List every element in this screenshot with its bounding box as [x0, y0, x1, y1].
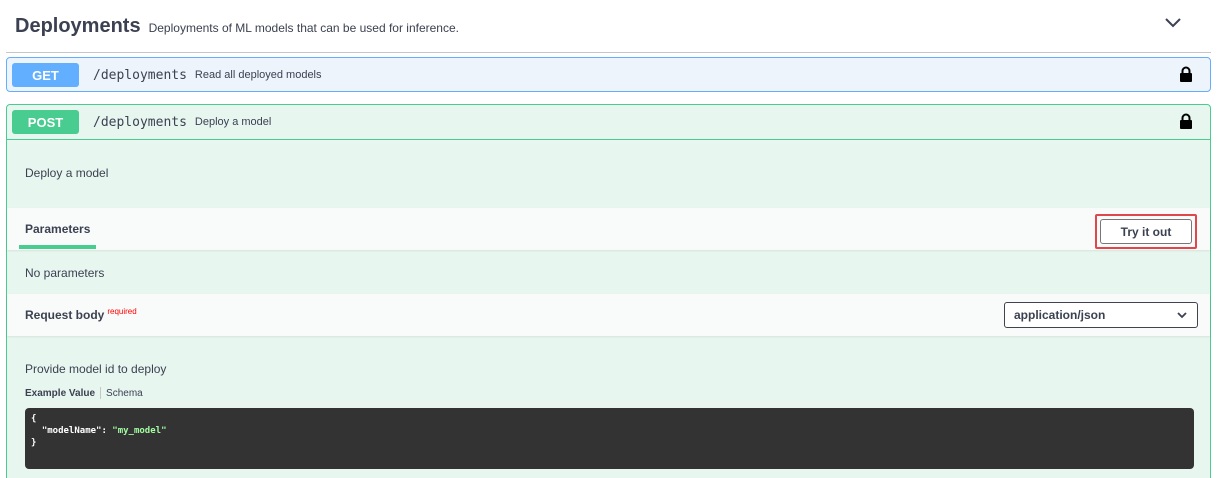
- example-code-block[interactable]: { "modelName": "my_model" }: [25, 408, 1194, 469]
- code-line: "modelName": "my_model": [31, 425, 1188, 437]
- method-badge-get: GET: [12, 63, 79, 87]
- opblock-get-deployments[interactable]: GET /deployments Read all deployed model…: [6, 57, 1211, 92]
- code-string-value: "my_model": [112, 426, 167, 436]
- operation-summary: Deploy a model: [194, 116, 272, 128]
- opblock-post-deployments[interactable]: POST /deployments Deploy a model Deploy …: [6, 104, 1211, 478]
- code-line: }: [31, 437, 1188, 449]
- tab-divider: [100, 387, 102, 399]
- try-it-out-highlight: Try it out: [1095, 214, 1197, 249]
- code-brace: {: [31, 414, 37, 424]
- opblock-summary[interactable]: POST /deployments Deploy a model: [7, 105, 1210, 139]
- operation-summary: Read all deployed models: [194, 69, 322, 81]
- content-type-select[interactable]: application/json: [1004, 302, 1198, 328]
- lock-icon[interactable]: [1179, 113, 1193, 130]
- code-line: {: [31, 413, 1188, 425]
- method-badge-post: POST: [12, 110, 79, 134]
- active-tab-indicator: [19, 245, 96, 249]
- content-type-value: application/json: [1014, 308, 1106, 322]
- opblock-summary[interactable]: GET /deployments Read all deployed model…: [7, 58, 1210, 92]
- tag-description: Deployments of ML models that can be use…: [148, 20, 459, 35]
- opblock-body: Deploy a model Parameters Try it out No …: [7, 139, 1210, 469]
- tag-title: Deployments: [15, 14, 141, 37]
- operation-path: /deployments: [93, 114, 187, 130]
- chevron-down-icon: [1177, 312, 1187, 319]
- request-body-description: Provide model id to deploy: [25, 362, 167, 376]
- chevron-down-icon[interactable]: [1163, 15, 1183, 31]
- tab-example-value[interactable]: Example Value: [25, 388, 95, 399]
- tag-header-deployments[interactable]: Deployments Deployments of ML models tha…: [6, 0, 1211, 53]
- try-it-out-button[interactable]: Try it out: [1100, 219, 1192, 244]
- request-body-title: Request body required: [25, 307, 137, 322]
- operation-description: Deploy a model: [25, 166, 109, 180]
- code-key: "modelName": [41, 426, 102, 436]
- code-brace: }: [31, 438, 37, 448]
- code-colon: :: [101, 426, 113, 436]
- lock-icon[interactable]: [1179, 66, 1193, 83]
- parameters-tab[interactable]: Parameters: [25, 222, 90, 236]
- example-schema-tabs: Example Value Schema: [25, 387, 143, 399]
- tab-schema[interactable]: Schema: [106, 388, 143, 399]
- request-body-label: Request body: [25, 308, 105, 322]
- no-parameters-text: No parameters: [25, 266, 105, 280]
- operation-path: /deployments: [93, 67, 187, 83]
- request-body-section-header: Request body required application/json: [7, 294, 1210, 336]
- parameters-section-header: Parameters Try it out: [7, 208, 1210, 250]
- required-marker: required: [107, 307, 137, 316]
